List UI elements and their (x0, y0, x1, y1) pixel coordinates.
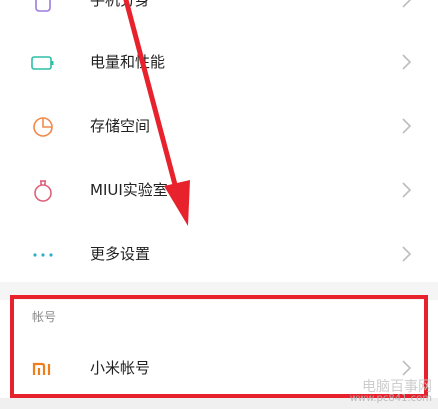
settings-row-storage[interactable]: 存储空间 (0, 94, 438, 158)
settings-row-phone-clone[interactable]: 手机分身 (0, 0, 438, 32)
settings-row-label: MIUI实验室 (90, 181, 168, 199)
watermark-title: 电脑百事网 (362, 379, 432, 395)
settings-row-miui-lab[interactable]: MIUI实验室 (0, 158, 438, 222)
settings-row-battery[interactable]: 电量和性能 (0, 30, 438, 94)
settings-row-label: 手机分身 (90, 0, 151, 9)
settings-row-label: 更多设置 (90, 245, 151, 263)
storage-pie-icon (28, 112, 58, 142)
phone-clone-icon (28, 0, 58, 16)
chevron-right-icon (402, 54, 412, 70)
chevron-right-icon (402, 182, 412, 198)
account-section-header: 帐号 (0, 300, 438, 336)
settings-row-more[interactable]: 更多设置 (0, 222, 438, 286)
chevron-right-icon (402, 0, 412, 8)
settings-row-label: 电量和性能 (90, 53, 166, 71)
lab-flask-icon (28, 176, 58, 206)
chevron-right-icon (402, 360, 412, 376)
mi-logo-icon (28, 354, 58, 384)
battery-icon (28, 48, 58, 78)
watermark-url: www.pc841.com (349, 393, 432, 404)
chevron-right-icon (402, 118, 412, 134)
settings-row-label: 小米帐号 (90, 359, 151, 377)
more-dots-icon (28, 240, 58, 270)
chevron-right-icon (402, 246, 412, 262)
settings-row-label: 存储空间 (90, 117, 151, 135)
section-divider (0, 282, 438, 300)
watermark: 电脑百事网 www.pc841.com (349, 379, 432, 405)
section-title: 帐号 (32, 310, 57, 324)
